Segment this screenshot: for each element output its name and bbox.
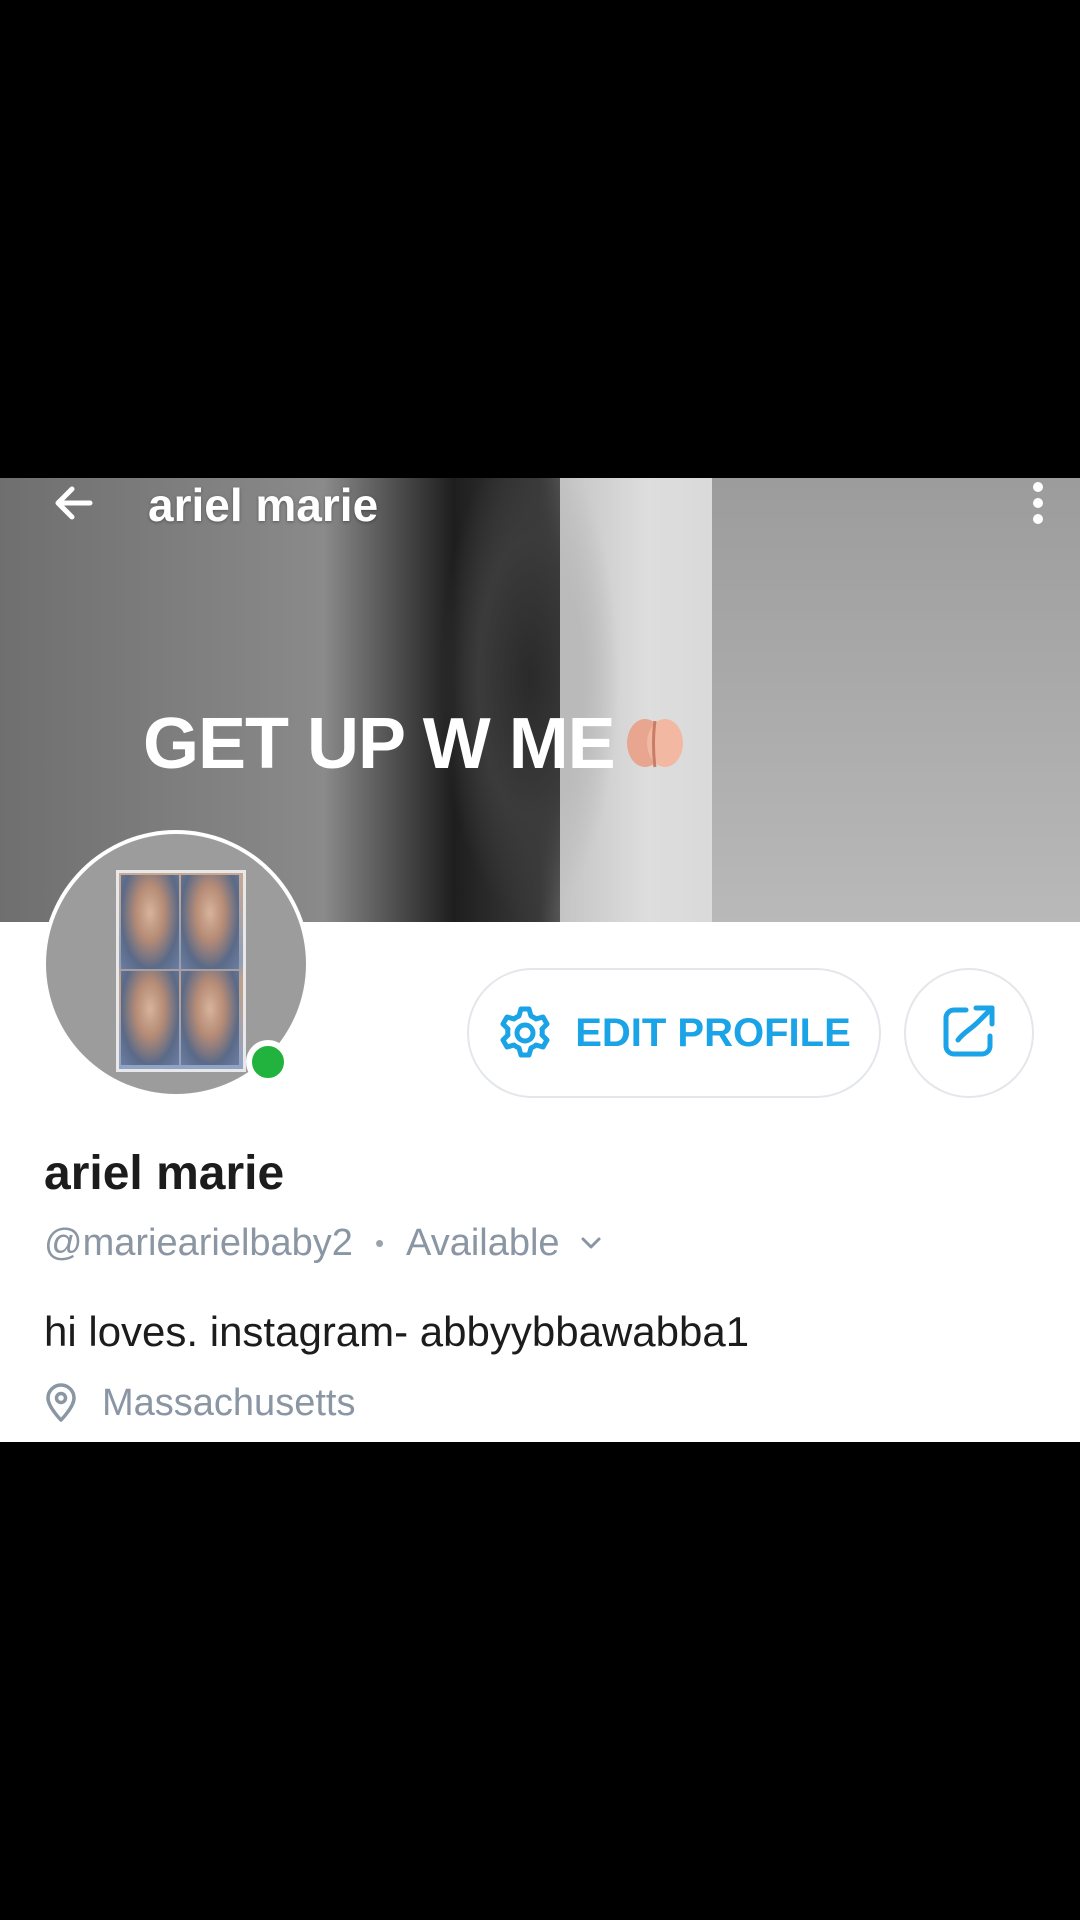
avatar[interactable] <box>42 830 310 1098</box>
gear-icon <box>497 1005 553 1061</box>
online-status-indicator <box>246 1040 290 1084</box>
edit-profile-label: EDIT PROFILE <box>575 1010 851 1055</box>
display-name: ariel marie <box>44 1147 285 1200</box>
cut-off-banner-graphic <box>60 1428 780 1442</box>
separator-dot: • <box>374 1227 385 1258</box>
avatar-photo-cell <box>121 971 179 1065</box>
availability-status-label: Available <box>406 1221 560 1264</box>
kebab-menu-icon <box>1030 479 1046 532</box>
availability-status-dropdown[interactable]: Available <box>406 1222 604 1265</box>
location-row: Massachusetts <box>44 1378 355 1428</box>
header-title: ariel marie <box>148 479 379 531</box>
username-handle: @mariearielbaby2 <box>44 1221 353 1264</box>
avatar-photo-strip <box>116 870 246 1072</box>
location-label: Massachusetts <box>102 1381 356 1424</box>
handle-row: @mariearielbaby2 • Available <box>44 1218 604 1268</box>
profile-screen: ariel marie GET UP W ME EDIT PROFILE ari… <box>0 478 1080 1442</box>
edit-profile-button[interactable]: EDIT PROFILE <box>467 968 881 1098</box>
cover-caption: GET UP W ME <box>143 703 689 792</box>
cover-caption-text: GET UP W ME <box>143 704 616 784</box>
share-icon <box>940 1002 998 1065</box>
location-pin-icon <box>44 1383 78 1423</box>
avatar-photo-cell <box>181 971 239 1065</box>
cover-photo-wall <box>712 478 1080 922</box>
more-options-button[interactable] <box>1018 478 1058 532</box>
avatar-photo-cell <box>121 875 179 969</box>
peach-emoji-icon <box>619 705 689 792</box>
chevron-down-icon <box>578 1230 604 1256</box>
cover-photo-door <box>560 478 710 922</box>
arrow-left-icon <box>50 479 98 532</box>
share-button[interactable] <box>904 968 1034 1098</box>
back-button[interactable] <box>40 478 108 532</box>
profile-bio: hi loves. instagram- abbyybbawabba1 <box>44 1308 750 1355</box>
avatar-photo-cell <box>181 875 239 969</box>
